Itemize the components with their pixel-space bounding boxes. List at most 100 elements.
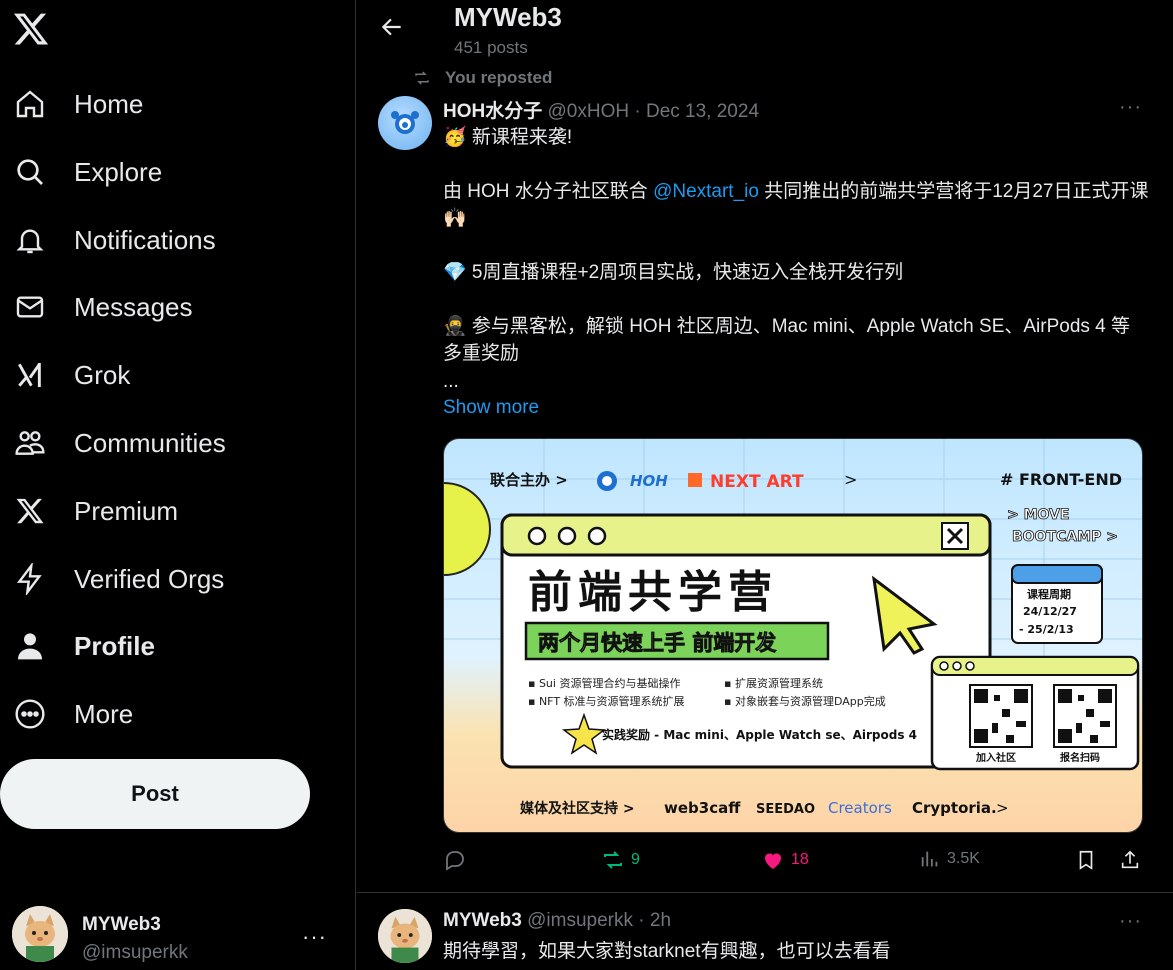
post-more-icon[interactable]: ···	[1119, 910, 1142, 933]
page-title: MYWeb3	[454, 2, 562, 32]
banner-move: > MOVE	[1007, 507, 1069, 523]
banner-bullet: ▪ 扩展资源管理系统	[724, 676, 823, 690]
nav-notifications-label: Notifications	[74, 224, 216, 255]
banner-support-label: 媒体及社区支持 >	[519, 800, 635, 817]
post-count: 451 posts	[454, 38, 528, 57]
like-button[interactable]: 18	[761, 848, 809, 872]
author-handle[interactable]: @0xHOH	[548, 101, 630, 122]
repost-icon	[604, 851, 622, 869]
like-count: 18	[791, 851, 809, 868]
calendar-start: 24/12/27	[1023, 605, 1077, 618]
account-more-icon[interactable]: ···	[302, 924, 327, 950]
banner-reward: 实践奖励 - Mac mini、Apple Watch se、Airpods 4	[602, 727, 917, 742]
post-date[interactable]: Dec 13, 2024	[646, 101, 759, 122]
account-switcher[interactable]: MYWeb3 @imsuperkk ···	[12, 906, 342, 970]
nav-more-label: More	[74, 698, 134, 729]
calendar-title: 课程周期	[1027, 587, 1071, 601]
reply-button[interactable]	[443, 848, 467, 872]
post-text: 由 HOH 水分子社区联合	[443, 181, 654, 202]
account-handle: @imsuperkk	[82, 942, 188, 963]
banner-hoh: HOH	[630, 472, 668, 490]
mention-link[interactable]: @Nextart_io	[653, 181, 759, 202]
bell-icon	[12, 222, 48, 258]
heart-icon	[765, 853, 781, 869]
avatar[interactable]	[378, 96, 432, 150]
nav-explore[interactable]: Explore	[12, 147, 162, 197]
x-logo-icon[interactable]	[12, 10, 50, 48]
sidebar: Home Explore Notifications Messages Grok…	[0, 0, 356, 970]
views-button[interactable]: 3.5K	[919, 848, 980, 870]
avatar	[12, 906, 68, 962]
nav-premium[interactable]: Premium	[12, 486, 178, 536]
repost-button[interactable]: 9	[601, 848, 640, 872]
bookmark-icon	[1079, 850, 1093, 870]
nav-home-label: Home	[74, 88, 144, 119]
post-more-icon[interactable]: ···	[1119, 96, 1142, 119]
bookmark-button[interactable]	[1075, 848, 1097, 872]
home-icon	[12, 86, 48, 122]
grok-icon	[12, 357, 48, 393]
person-icon	[12, 628, 48, 664]
calendar-end: - 25/2/13	[1019, 623, 1074, 636]
repost-label: You reposted	[445, 68, 553, 87]
repost-count: 9	[631, 851, 640, 868]
post-header: MYWeb3 @imsuperkk · 2h	[443, 910, 671, 932]
post-text-line: 💎 5周直播课程+2周项目实战，快速迈入全栈开发行列	[443, 262, 904, 283]
reply-icon	[446, 851, 464, 871]
nav-home[interactable]: Home	[12, 79, 143, 129]
nav-explore-label: Explore	[74, 156, 163, 187]
back-arrow-icon[interactable]	[379, 14, 407, 42]
post-text: 期待學習，如果大家對starknet有興趣，也可以去看看	[443, 941, 891, 962]
banner-bullet: ▪ 对象嵌套与资源管理DApp完成	[724, 694, 886, 708]
post-header: HOH水分子 @0xHOH · Dec 13, 2024	[443, 96, 759, 123]
author-name[interactable]: MYWeb3	[443, 910, 522, 931]
separator: ·	[634, 101, 641, 122]
share-icon	[1121, 850, 1139, 869]
post-text-line: 🥷 参与黑客松，解锁 HOH 社区周边、Mac mini、Apple Watch…	[443, 316, 1131, 364]
post-image[interactable]: 联合主办 > HOH NEXT ART > # FRONT-END > MOVE…	[443, 438, 1143, 833]
nav-premium-label: Premium	[74, 495, 179, 526]
show-more-link[interactable]: Show more	[443, 394, 539, 421]
author-name[interactable]: HOH水分子	[443, 101, 542, 122]
post-text-paragraph: 由 HOH 水分子社区联合 @Nextart_io 共同推出的前端共学营将于12…	[443, 178, 1149, 232]
x-logo-icon	[12, 493, 48, 529]
banner-arrow: >	[996, 799, 1009, 817]
nav-verified-orgs[interactable]: Verified Orgs	[12, 554, 224, 604]
avatar[interactable]	[378, 909, 432, 963]
post-time[interactable]: 2h	[650, 910, 671, 931]
nav-notifications[interactable]: Notifications	[12, 215, 216, 265]
nav-verified-orgs-label: Verified Orgs	[74, 563, 225, 594]
share-button[interactable]	[1119, 848, 1141, 872]
lightning-icon	[12, 561, 48, 597]
post-text-line: 🥳 新课程来袭!	[443, 127, 573, 148]
repost-icon	[415, 71, 429, 85]
nav-grok[interactable]: Grok	[12, 350, 130, 400]
author-handle[interactable]: @imsuperkk	[527, 910, 633, 931]
qr-label-join: 加入社区	[975, 751, 1016, 764]
envelope-icon	[12, 289, 48, 325]
sponsor-creators: Creators	[828, 799, 892, 817]
nav-profile-label: Profile	[74, 630, 155, 661]
nav-messages[interactable]: Messages	[12, 282, 193, 332]
nav-profile[interactable]: Profile	[12, 621, 155, 671]
divider	[357, 892, 1173, 893]
timeline: MYWeb3 451 posts You reposted HOH水分子 @0x…	[357, 0, 1173, 970]
separator: ·	[638, 910, 645, 931]
account-name: MYWeb3	[82, 914, 161, 935]
sponsor-cryptoria: Cryptoria.	[912, 799, 997, 817]
banner-subtitle: 两个月快速上手 前端开发	[538, 631, 777, 655]
view-count: 3.5K	[947, 850, 980, 867]
nav-communities[interactable]: Communities	[12, 418, 226, 468]
banner-bullet: ▪ NFT 标准与资源管理系统扩展	[528, 694, 685, 708]
banner-title: 前端共学营	[528, 567, 778, 618]
post-actions: 9 18 3.5K	[443, 848, 1143, 878]
qr-label-signup: 报名扫码	[1060, 751, 1100, 764]
sponsor-web3caff: web3caff	[664, 799, 741, 817]
nav-messages-label: Messages	[74, 291, 193, 322]
nav-more[interactable]: More	[12, 689, 133, 739]
more-circle-icon	[12, 696, 48, 732]
post-button[interactable]: Post	[0, 759, 310, 829]
nav-grok-label: Grok	[74, 359, 131, 390]
banner-bullet: ▪ Sui 资源管理合约与基础操作	[528, 676, 680, 690]
banner-tag: # FRONT-END	[1000, 470, 1122, 489]
